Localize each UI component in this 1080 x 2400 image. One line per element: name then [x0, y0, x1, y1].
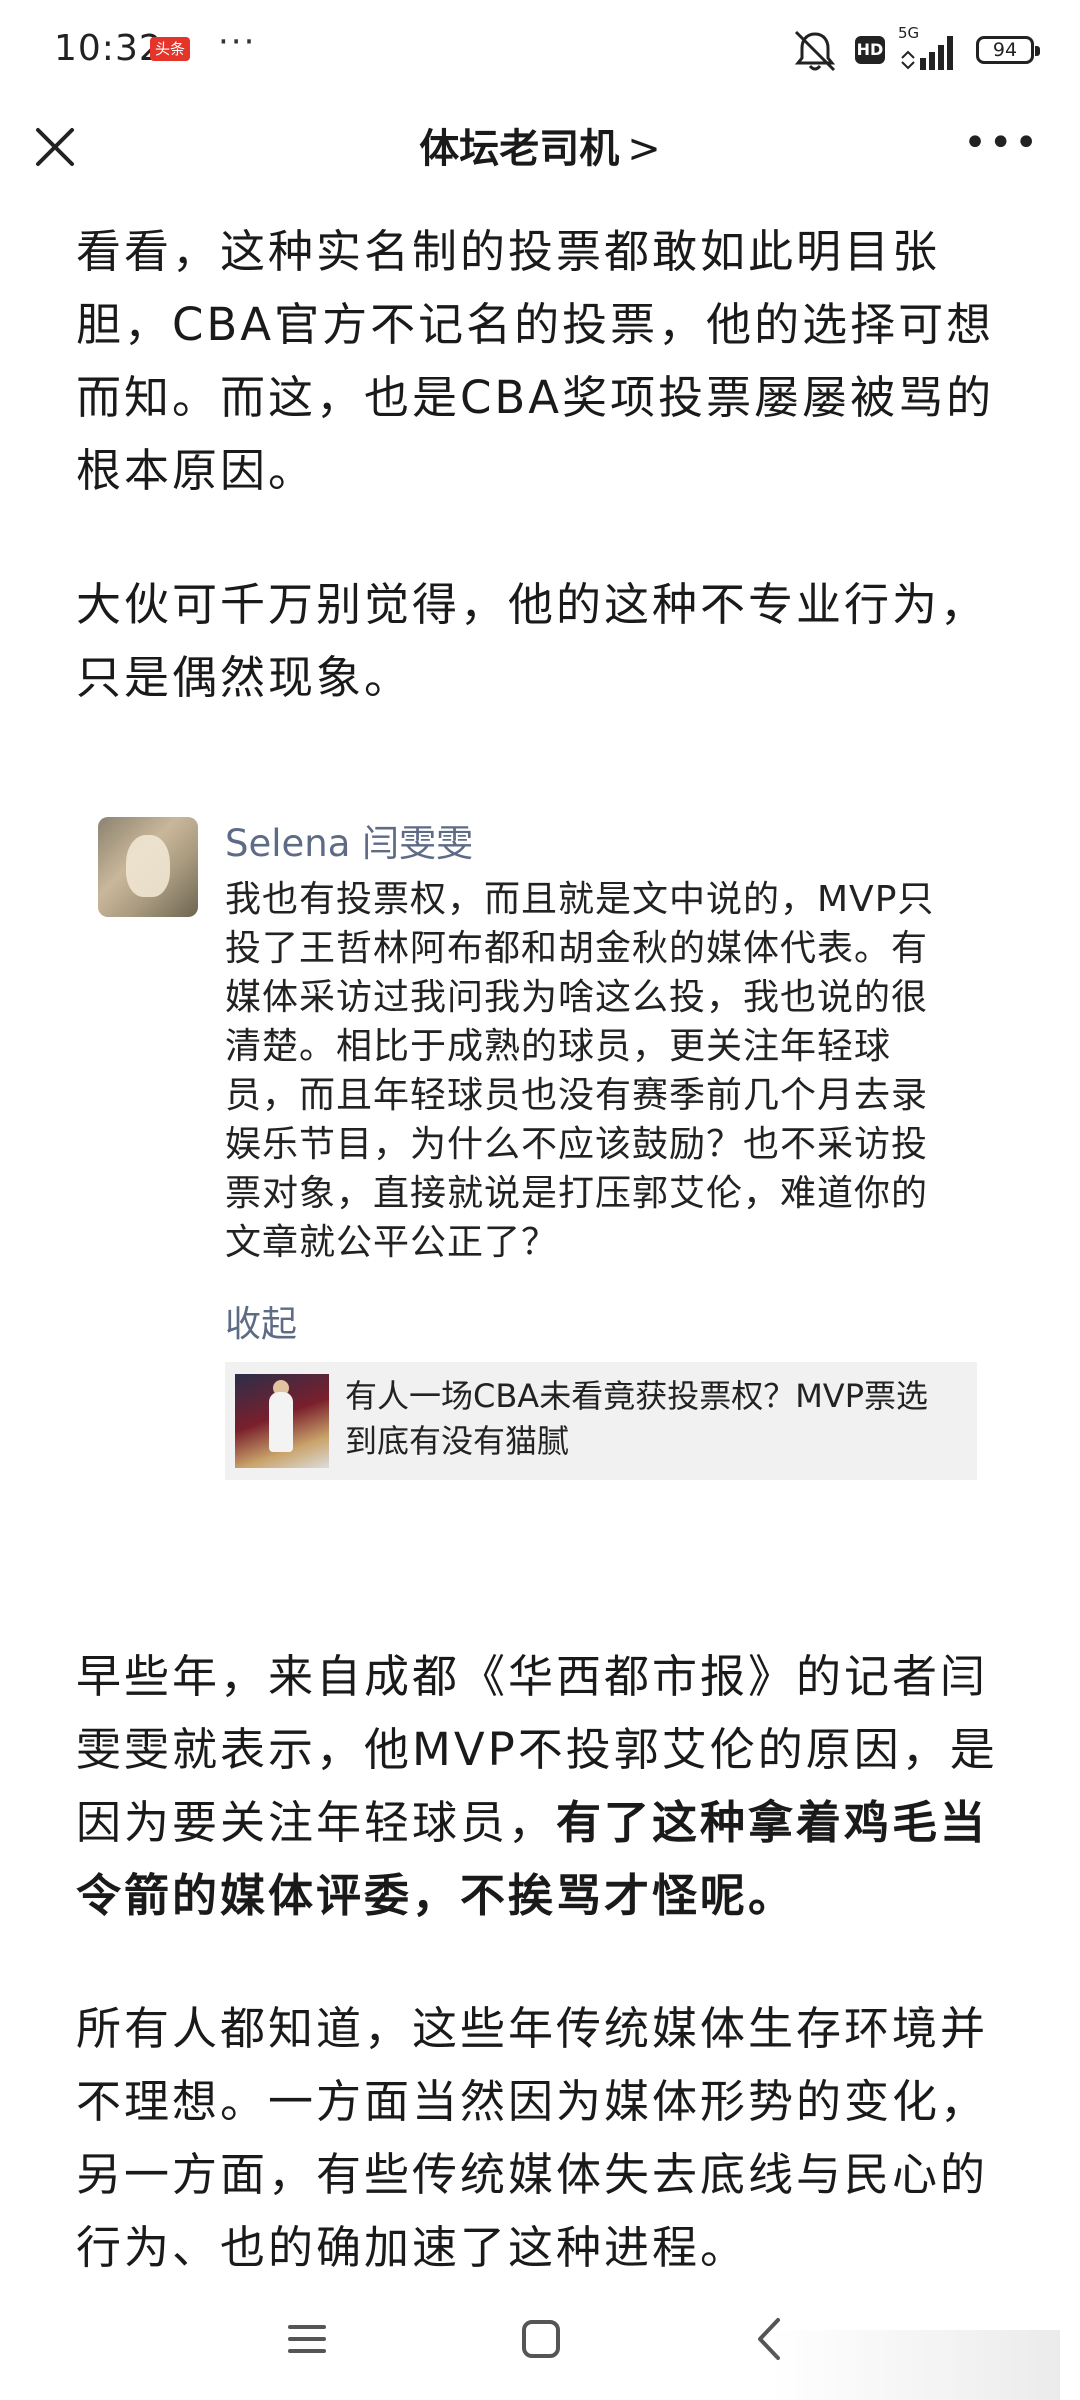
hd-icon: HD [855, 36, 885, 64]
article-paragraph-1: 看看，这种实名制的投票都敢如此明目张胆，CBA官方不记名的投票，他的选择可想而知… [76, 225, 995, 497]
status-bar: 10:32 头条 ··· HD 5G 94 [0, 0, 1080, 100]
comment-text: 我也有投票权，而且就是文中说的，MVP只投了王哲林阿布都和胡金秋的媒体代表。有媒… [225, 879, 935, 1263]
linked-article-card: 有人一场CBA未看竟获投票权？MVP票选到底有没有猫腻 [225, 1362, 977, 1480]
article-paragraph-2: 大伙可千万别觉得，他的这种不专业行为，只是偶然现象。 [76, 578, 989, 704]
collapse-link: 收起 [225, 1304, 298, 1345]
nav-bar-fade [770, 2330, 1060, 2400]
recent-apps-icon[interactable] [282, 2314, 332, 2364]
linked-article-title: 有人一场CBA未看竟获投票权？MVP票选到底有没有猫腻 [345, 1377, 928, 1460]
chevron-right-icon: > [627, 126, 661, 172]
article-paragraph-3: 早些年，来自成都《华西都市报》的记者闫雯雯就表示，他MVP不投郭艾伦的原因，是因… [76, 1640, 1006, 1932]
embedded-comment-screenshot: Selena 闫雯雯 我也有投票权，而且就是文中说的，MVP只投了王哲林阿布都和… [90, 795, 990, 1535]
signal-strength-icon [901, 36, 953, 70]
avatar [98, 817, 198, 917]
page-title: 体坛老司机 [419, 126, 620, 172]
more-options-icon[interactable]: ••• [963, 120, 1040, 166]
article-thumbnail [235, 1374, 329, 1468]
top-nav-bar: 体坛老司机 > ••• [0, 100, 1080, 210]
muted-bell-icon [794, 30, 836, 72]
status-more-dots: ··· [218, 22, 257, 62]
article-paragraph-4: 所有人都知道，这些年传统媒体生存环境并不理想。一方面当然因为媒体形势的变化，另一… [76, 2002, 989, 2274]
battery-icon: 94 [976, 36, 1040, 64]
toutiao-app-badge: 头条 [150, 37, 190, 61]
status-time: 10:32 [54, 28, 163, 69]
account-name-link[interactable]: 体坛老司机 > [0, 116, 1080, 174]
home-icon[interactable] [516, 2314, 566, 2364]
comment-author: Selena 闫雯雯 [225, 822, 474, 865]
system-nav-bar [0, 2290, 1080, 2400]
